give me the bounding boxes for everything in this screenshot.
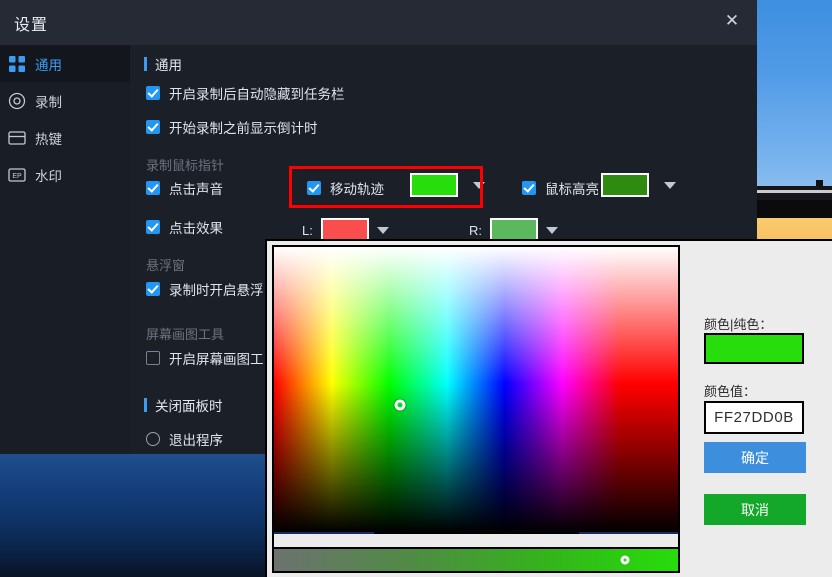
- section-heading-general: 通用: [144, 54, 182, 74]
- section-accent-bar: [144, 398, 147, 412]
- saturation-slider-handle[interactable]: [620, 556, 629, 565]
- sidebar-item-record[interactable]: 录制: [0, 82, 130, 119]
- radio-label: 退出程序: [169, 429, 223, 449]
- sidebar-item-watermark[interactable]: EP 水印: [0, 156, 130, 193]
- saturation-slider[interactable]: [272, 547, 680, 573]
- chevron-down-icon-left[interactable]: [377, 227, 389, 234]
- screen: 设置 ✕ 通用: [0, 0, 832, 577]
- confirm-button[interactable]: 确定: [704, 442, 806, 473]
- label-left-click: L:: [302, 223, 313, 238]
- desktop-wallpaper-shadow: [757, 200, 832, 218]
- close-icon[interactable]: ✕: [715, 6, 749, 36]
- checkbox-label: 录制时开启悬浮: [169, 279, 264, 299]
- color-picker-controls: 颜色|纯色： 颜色值： FF27DD0B 确定 取消: [695, 241, 832, 577]
- checkbox-box: [146, 351, 160, 365]
- cancel-button[interactable]: 取消: [704, 494, 806, 525]
- checkbox-box: [146, 86, 160, 100]
- checkbox-floating-window-on-record[interactable]: 录制时开启悬浮: [146, 279, 264, 299]
- black-gradient-layer: [274, 247, 678, 532]
- sidebar: 通用 录制 热键: [0, 45, 130, 454]
- keyboard-icon: [8, 129, 26, 147]
- desktop-wallpaper-rail: [757, 186, 832, 200]
- section-accent-bar: [144, 57, 147, 71]
- svg-text:EP: EP: [12, 173, 22, 180]
- color-picker-cursor[interactable]: [395, 399, 406, 410]
- saturation-value-area[interactable]: [272, 245, 680, 534]
- section-heading-close-panel: 关闭面板时: [144, 395, 223, 415]
- section-heading-label: 关闭面板时: [155, 395, 223, 415]
- swatch-move-trail-color[interactable]: [410, 173, 458, 197]
- checkbox-box: [146, 220, 160, 234]
- background-blue-window: [0, 437, 265, 577]
- chevron-down-icon-mouse-highlight[interactable]: [664, 182, 676, 189]
- section-heading-label: 通用: [155, 54, 182, 74]
- label-color-solid: 颜色|纯色：: [704, 314, 772, 333]
- chevron-down-icon-move-trail[interactable]: [473, 182, 485, 189]
- checkbox-box: [146, 120, 160, 134]
- checkbox-click-sound[interactable]: 点击声音: [146, 178, 223, 198]
- checkbox-click-effect[interactable]: 点击效果: [146, 217, 223, 237]
- checkbox-label: 点击声音: [169, 178, 223, 198]
- label-right-click: R:: [469, 223, 482, 238]
- checkbox-label: 移动轨迹: [330, 178, 384, 198]
- color-picker-dialog: 颜色|纯色： 颜色值： FF27DD0B 确定 取消: [265, 239, 832, 577]
- checkbox-enable-screen-draw-tool[interactable]: 开启屏幕画图工: [146, 348, 264, 368]
- group-label-floating-window: 悬浮窗: [146, 255, 185, 274]
- checkbox-label: 开始录制之前显示倒计时: [169, 117, 318, 137]
- checkbox-label: 鼠标高亮: [545, 178, 599, 198]
- watermark-icon: EP: [8, 166, 26, 184]
- radio-circle: [146, 432, 160, 446]
- checkbox-move-trail[interactable]: 移动轨迹: [307, 178, 384, 198]
- group-label-screen-draw-tool: 屏幕画图工具: [146, 324, 224, 343]
- checkbox-show-countdown[interactable]: 开始录制之前显示倒计时: [146, 117, 318, 137]
- record-circle-icon: [8, 92, 26, 110]
- color-preview-swatch: [704, 333, 804, 364]
- label-color-value: 颜色值：: [704, 381, 756, 400]
- picker-strip-gap: [272, 534, 680, 547]
- swatch-mouse-highlight-color[interactable]: [601, 173, 649, 197]
- checkbox-mouse-highlight[interactable]: 鼠标高亮: [522, 178, 599, 198]
- sidebar-item-label: 录制: [35, 91, 62, 111]
- checkbox-box: [522, 181, 536, 195]
- checkbox-label: 开启屏幕画图工: [169, 348, 264, 368]
- color-value-input[interactable]: FF27DD0B: [704, 401, 804, 434]
- checkbox-box: [146, 181, 160, 195]
- page-title: 设置: [14, 11, 48, 35]
- group-label-cursor: 录制鼠标指针: [146, 155, 224, 174]
- sidebar-item-label: 通用: [35, 54, 62, 74]
- sidebar-item-label: 水印: [35, 165, 62, 185]
- sidebar-item-label: 热键: [35, 128, 62, 148]
- title-bar: 设置 ✕: [0, 0, 757, 45]
- checkbox-autohide-taskbar[interactable]: 开启录制后自动隐藏到任务栏: [146, 83, 345, 103]
- checkbox-label: 开启录制后自动隐藏到任务栏: [169, 83, 345, 103]
- sidebar-item-general[interactable]: 通用: [0, 45, 130, 82]
- chevron-down-icon-right[interactable]: [546, 227, 558, 234]
- checkbox-box: [146, 282, 160, 296]
- grid-icon: [8, 55, 26, 73]
- checkbox-box: [307, 181, 321, 195]
- sidebar-item-hotkeys[interactable]: 热键: [0, 119, 130, 156]
- radio-exit-program[interactable]: 退出程序: [146, 429, 223, 449]
- checkbox-label: 点击效果: [169, 217, 223, 237]
